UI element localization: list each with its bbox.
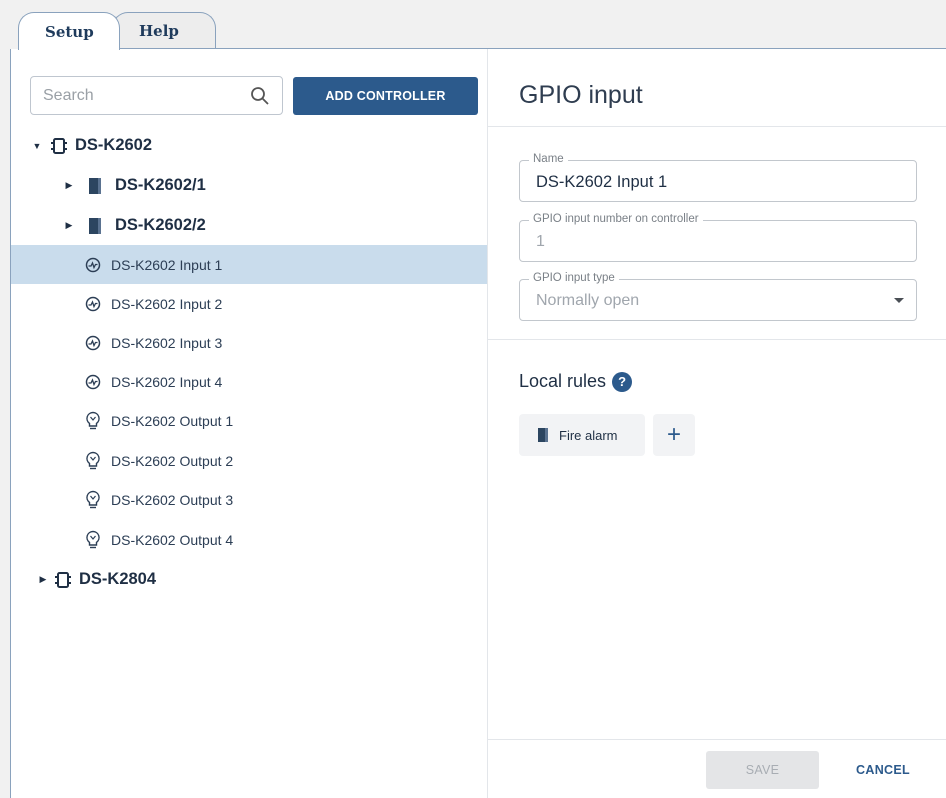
gpio-number-field: GPIO input number on controller 1 [519, 213, 917, 262]
input-icon [83, 333, 103, 353]
caret-right-icon[interactable]: ▶ [37, 574, 49, 586]
main-frame: ADD CONTROLLER ▼ DS-K2602 ▶ DS-K2602/1 ▶ [10, 49, 946, 798]
name-field-label: Name [529, 153, 568, 165]
tree-node-controller[interactable]: ▶ DS-K2804 [11, 560, 487, 599]
tree-node-label: DS-K2602 Input 2 [111, 295, 223, 312]
gpio-type-value[interactable]: Normally open [536, 292, 639, 310]
bulb-icon [83, 411, 103, 431]
tree-node-label: DS-K2804 [79, 570, 157, 588]
gpio-number-label: GPIO input number on controller [529, 213, 703, 225]
gpio-type-select[interactable]: GPIO input type Normally open [519, 272, 917, 321]
door-icon [85, 176, 105, 196]
cancel-button[interactable]: CANCEL [843, 751, 923, 789]
bulb-icon [83, 490, 103, 510]
tree-node-output[interactable]: DS-K2602 Output 4 [11, 520, 487, 559]
tab-help[interactable]: Help [112, 12, 216, 49]
save-button[interactable]: SAVE [706, 751, 819, 789]
add-controller-button[interactable]: ADD CONTROLLER [293, 77, 478, 115]
tree-node-label: DS-K2602 Input 4 [111, 373, 223, 390]
tree-node-label: DS-K2602 Output 4 [111, 531, 234, 548]
door-icon [85, 216, 105, 236]
tree-node-door[interactable]: ▶ DS-K2602/1 [11, 166, 487, 205]
input-icon [83, 255, 103, 275]
bulb-icon [83, 530, 103, 550]
tree-node-label: DS-K2602 [75, 136, 153, 154]
tree-node-output[interactable]: DS-K2602 Output 2 [11, 441, 487, 480]
tree-node-label: DS-K2602 Output 1 [111, 412, 234, 429]
help-icon[interactable]: ? [612, 371, 633, 392]
input-icon [83, 372, 103, 392]
rule-chip-label: Fire alarm [559, 427, 618, 443]
caret-right-icon[interactable]: ▶ [63, 180, 75, 192]
divider [488, 126, 946, 127]
tree-node-input[interactable]: DS-K2602 Input 2 [11, 284, 487, 323]
search-icon[interactable] [250, 86, 270, 106]
tree-node-label: DS-K2602 Output 2 [111, 452, 234, 469]
tab-setup-label: Setup [45, 22, 94, 41]
tree-node-input[interactable]: DS-K2602 Input 3 [11, 323, 487, 362]
dropdown-arrow-icon[interactable] [894, 298, 904, 303]
search-box[interactable] [30, 76, 283, 115]
tab-help-label: Help [139, 22, 179, 40]
add-rule-button[interactable]: + [653, 414, 695, 456]
tab-setup[interactable]: Setup [18, 12, 120, 50]
tree-node-label: DS-K2602/1 [115, 176, 206, 194]
tree-node-label: DS-K2602 Input 3 [111, 334, 223, 351]
details-panel: GPIO input Name DS-K2602 Input 1 GPIO in… [488, 49, 946, 798]
local-rules-label: Local rules [519, 371, 607, 391]
controller-icon [53, 570, 73, 590]
caret-right-icon[interactable]: ▶ [63, 220, 75, 232]
bulb-icon [83, 451, 103, 471]
tree-panel: ADD CONTROLLER ▼ DS-K2602 ▶ DS-K2602/1 ▶ [11, 49, 488, 798]
divider [488, 339, 946, 340]
tree-node-output[interactable]: DS-K2602 Output 3 [11, 480, 487, 519]
search-input[interactable] [43, 86, 250, 105]
tree-node-controller[interactable]: ▼ DS-K2602 [11, 126, 487, 165]
controller-icon [49, 136, 69, 156]
tree-node-label: DS-K2602/2 [115, 216, 206, 234]
input-icon [83, 294, 103, 314]
rule-chip-fire-alarm[interactable]: Fire alarm [519, 414, 645, 456]
door-icon [538, 428, 548, 442]
name-field[interactable]: Name DS-K2602 Input 1 [519, 153, 917, 202]
caret-down-icon[interactable]: ▼ [31, 140, 43, 152]
tree-node-input[interactable]: DS-K2602 Input 4 [11, 362, 487, 401]
tree-node-label: DS-K2602 Input 1 [111, 256, 223, 273]
tree-node-label: DS-K2602 Output 3 [111, 491, 234, 508]
tree-node-output[interactable]: DS-K2602 Output 1 [11, 401, 487, 440]
tree-node-input[interactable]: DS-K2602 Input 1 [11, 245, 487, 284]
name-field-value[interactable]: DS-K2602 Input 1 [536, 173, 667, 192]
divider [488, 739, 946, 740]
tab-bar: Help Setup [0, 0, 946, 50]
local-rules-heading: Local rules ? [519, 371, 633, 392]
tree-node-door[interactable]: ▶ DS-K2602/2 [11, 206, 487, 245]
panel-title: GPIO input [519, 81, 643, 109]
gpio-type-label: GPIO input type [529, 272, 619, 284]
gpio-number-value: 1 [536, 233, 545, 250]
